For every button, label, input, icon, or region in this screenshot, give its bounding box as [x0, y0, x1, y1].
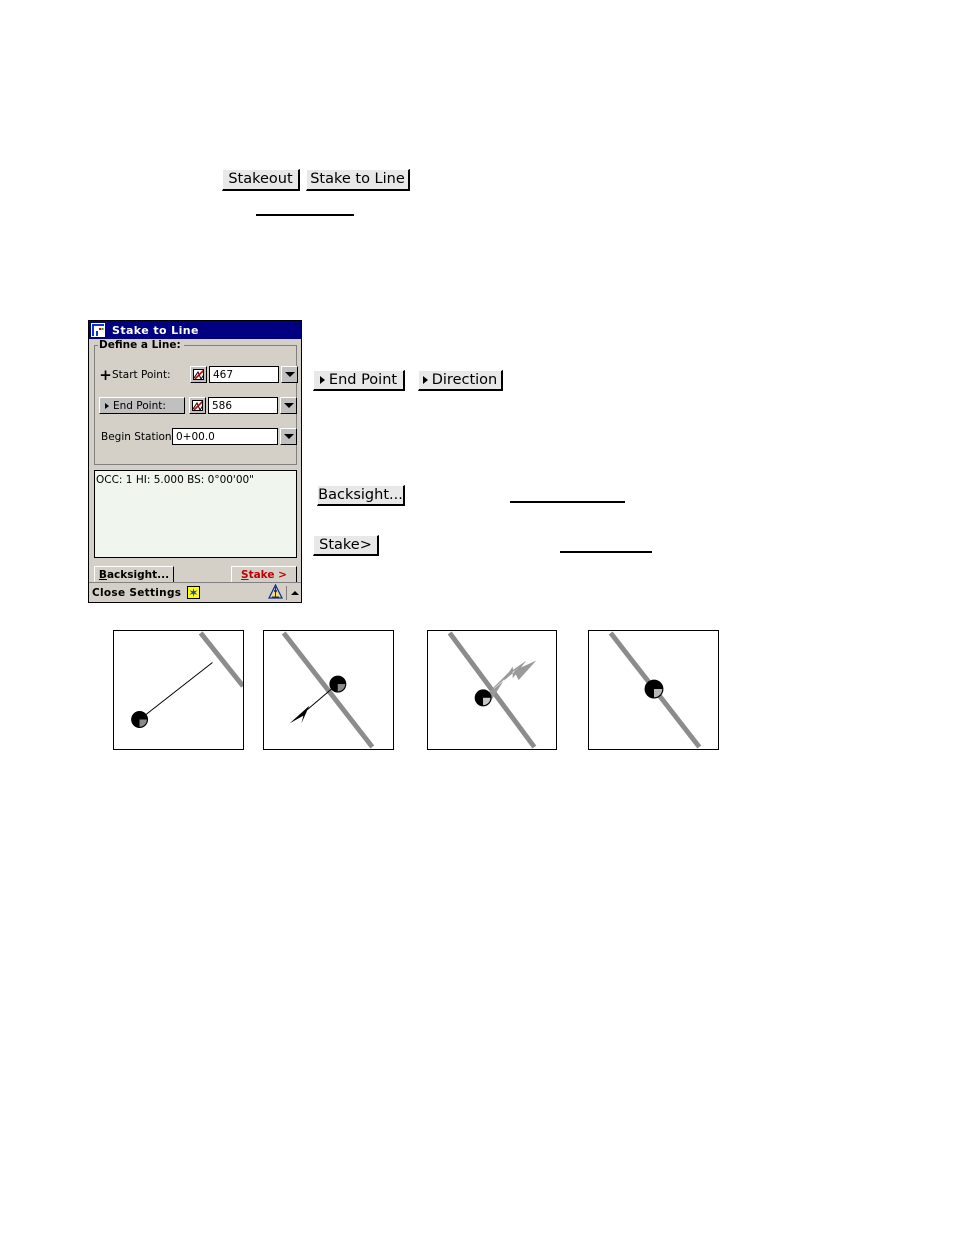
start-point-dropdown-button[interactable] — [281, 366, 298, 383]
backsight-button-label: Backsight... — [318, 486, 403, 503]
dialog-stake-button[interactable]: Stake > — [231, 566, 297, 583]
start-point-map-pick-button[interactable] — [190, 366, 207, 383]
end-point-map-pick-button[interactable] — [189, 397, 206, 414]
close-settings-label[interactable]: Close Settings — [92, 587, 181, 599]
backsight-accel-letter: B — [98, 568, 107, 581]
begin-station-row: Begin Station: 0+00.0 — [99, 428, 297, 445]
stakeout-button[interactable]: Stakeout — [222, 169, 300, 191]
target-marker-icon — [329, 675, 347, 693]
start-point-label: Start Point: — [112, 368, 171, 381]
stake-accel-letter: S — [241, 568, 249, 581]
status-list-pane[interactable]: OCC: 1 HI: 5.000 BS: 0°00'00" — [94, 470, 297, 558]
chevron-down-icon — [283, 403, 294, 408]
chevron-down-icon — [283, 434, 294, 439]
tray-separator — [286, 585, 287, 600]
end-point-label: End Point: — [113, 399, 166, 412]
dialog-backsight-button[interactable]: Backsight... — [94, 566, 174, 583]
end-point-button-label: End Point — [328, 371, 398, 388]
occupation-status-text: OCC: 1 HI: 5.000 BS: 0°00'00" — [96, 474, 255, 486]
chevron-down-icon — [284, 372, 295, 377]
end-point-value: 586 — [212, 399, 233, 412]
target-marker-icon — [131, 711, 149, 728]
underline-rule-2 — [510, 501, 625, 503]
stake-to-line-button-label: Stake to Line — [310, 171, 405, 188]
begin-station-input[interactable]: 0+00.0 — [172, 428, 278, 445]
dialog-titlebar: Stake to Line — [89, 321, 301, 339]
begin-station-value: 0+00.0 — [176, 430, 215, 443]
blue-star-icon[interactable] — [187, 586, 201, 599]
end-point-dropdown-button[interactable] — [280, 397, 297, 414]
survey-app-icon — [91, 323, 105, 337]
backsight-rest-label: acksight... — [106, 568, 170, 581]
begin-station-dropdown-button[interactable] — [280, 428, 297, 445]
start-point-row: + Start Point: 467 — [99, 366, 298, 383]
underline-rule-3 — [560, 551, 652, 553]
stake-rest-label: take > — [248, 568, 287, 581]
start-point-input[interactable]: 467 — [209, 366, 279, 383]
stake-to-line-button[interactable]: Stake to Line — [306, 169, 410, 191]
map-pick-icon — [192, 400, 203, 411]
end-point-row: End Point: 586 — [99, 397, 297, 414]
stake-button-label: Stake> — [319, 536, 372, 553]
illustration-offset-from-line — [113, 630, 244, 750]
plus-icon: + — [99, 365, 112, 384]
end-point-button[interactable]: End Point — [313, 370, 405, 391]
triangle-right-icon — [319, 376, 325, 384]
stake-to-line-dialog: Stake to Line Define a Line: + Start Poi… — [88, 320, 302, 603]
end-point-input[interactable]: 586 — [208, 397, 278, 414]
target-marker-icon — [474, 689, 492, 707]
backsight-button[interactable]: Backsight... — [317, 485, 405, 506]
dialog-client-area: Define a Line: + Start Point: 467 End Po… — [89, 339, 301, 583]
underline-rule-1 — [256, 214, 354, 216]
dialog-title: Stake to Line — [112, 323, 199, 337]
define-a-line-group: Define a Line: + Start Point: 467 End Po… — [94, 339, 298, 465]
map-pick-icon — [193, 369, 204, 380]
system-tray — [268, 583, 301, 602]
direction-arrow-icon — [289, 705, 310, 724]
direction-button[interactable]: Direction — [418, 370, 503, 391]
begin-station-label: Begin Station: — [101, 430, 176, 443]
target-marker-icon — [644, 679, 664, 699]
end-point-toggle-button[interactable]: End Point: — [99, 397, 185, 414]
instrument-icon[interactable] — [268, 583, 283, 602]
group-legend: Define a Line: — [98, 339, 184, 351]
stake-button[interactable]: Stake> — [313, 535, 379, 556]
direction-button-label: Direction — [431, 371, 498, 388]
illustration-arrow-away-from-line — [263, 630, 394, 750]
illustration-on-line — [588, 630, 719, 750]
start-point-value: 467 — [213, 368, 234, 381]
chevron-up-icon[interactable] — [290, 586, 299, 600]
triangle-right-icon — [422, 376, 428, 384]
triangle-right-icon — [105, 402, 109, 409]
illustration-arrow-toward-line — [427, 630, 557, 750]
stakeout-button-label: Stakeout — [228, 171, 293, 188]
dialog-taskbar: Close Settings — [89, 582, 301, 602]
